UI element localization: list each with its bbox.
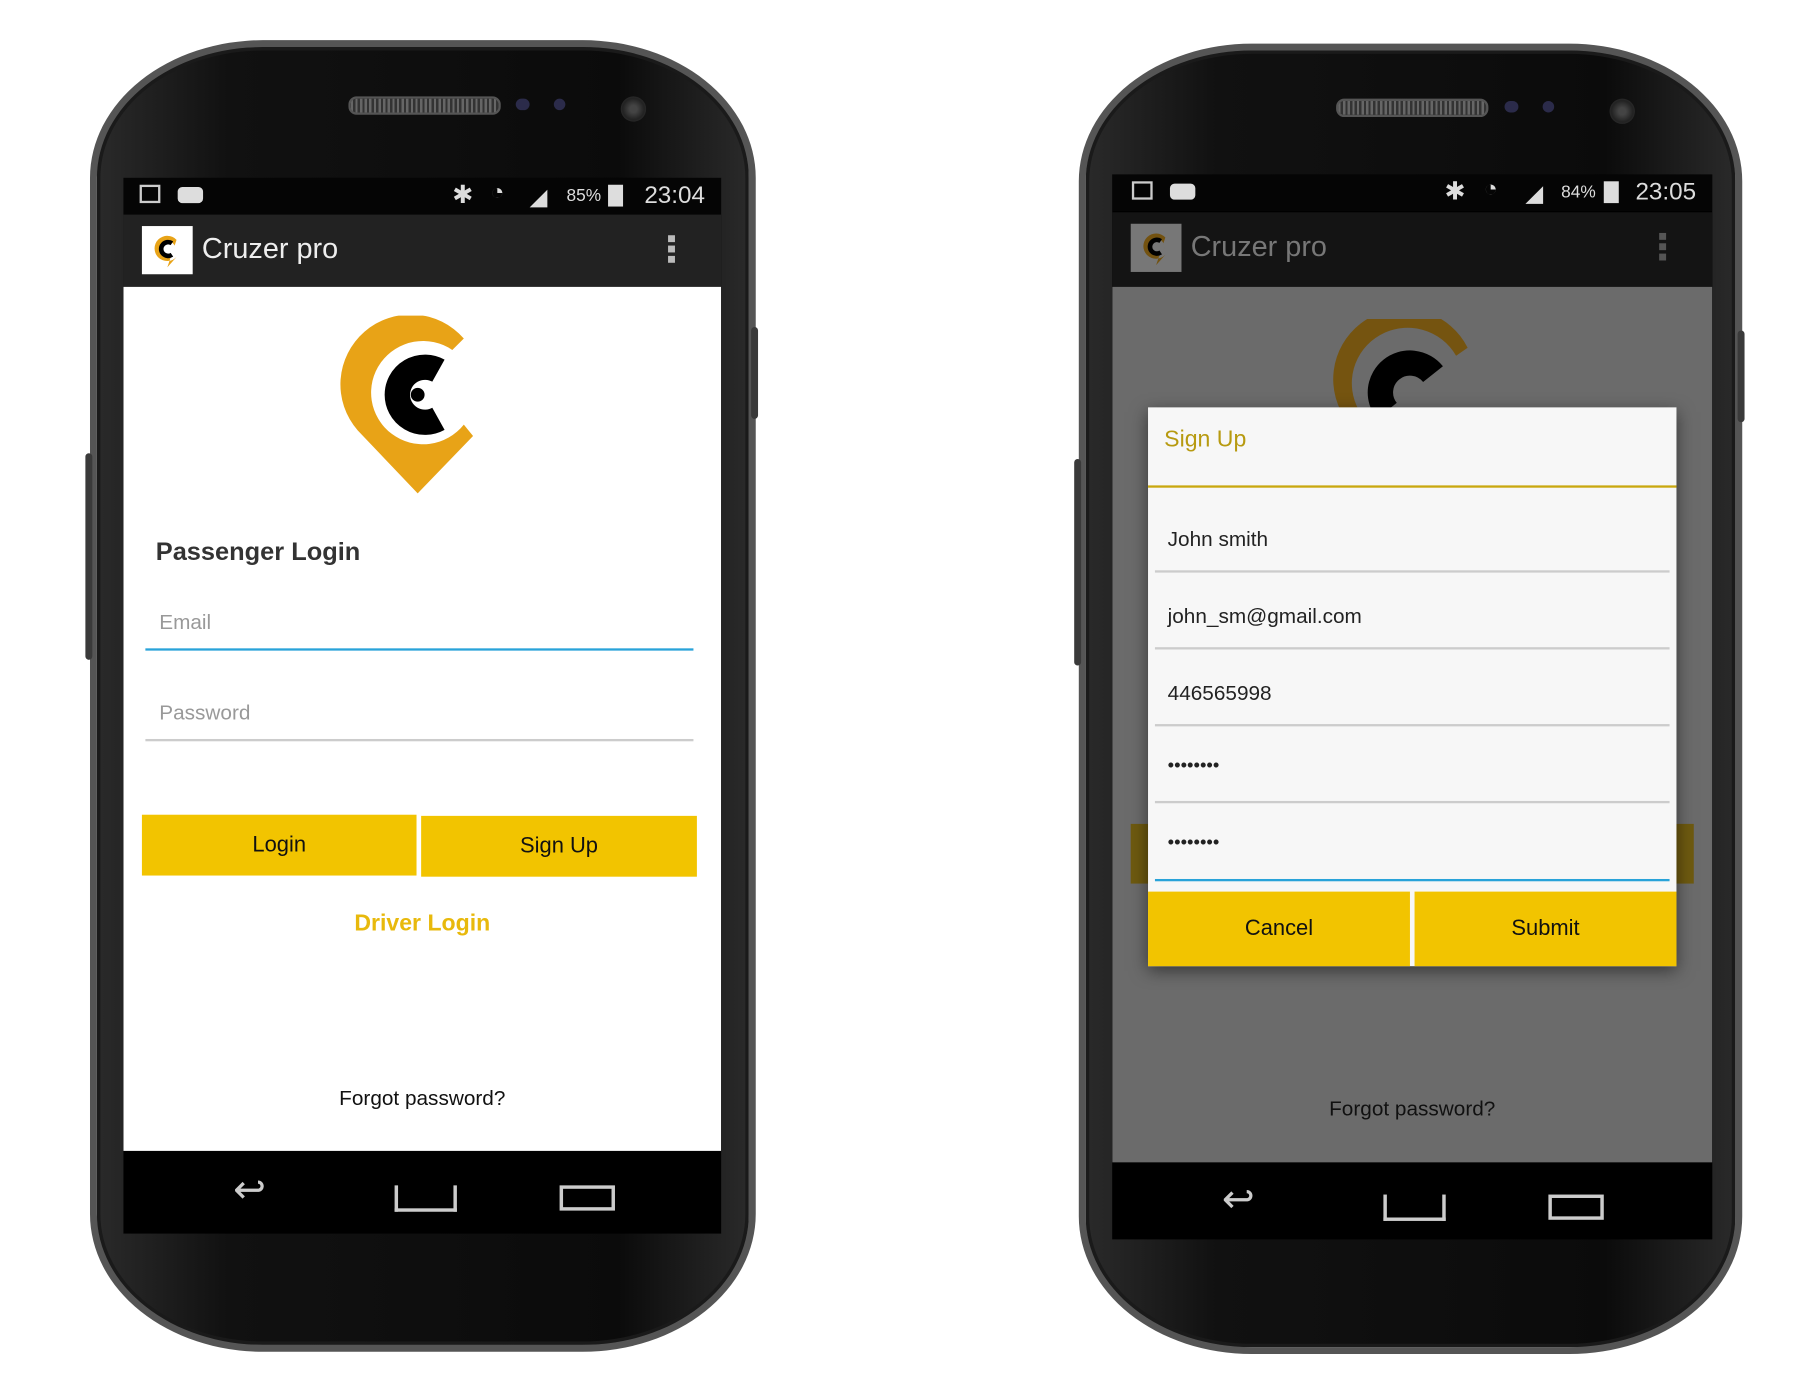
battery-charging-icon: [608, 184, 624, 207]
cancel-button[interactable]: Cancel: [1148, 891, 1410, 967]
driver-login-link[interactable]: Driver Login: [123, 911, 721, 937]
battery-charging-icon: [1603, 181, 1619, 204]
nav-bar: ↩: [123, 1150, 722, 1234]
power-button: [751, 327, 759, 419]
status-bar: ✱ ◔ ◢ 85% 23:04: [123, 177, 722, 215]
image-icon: [1131, 181, 1153, 200]
dialog-title-divider: [1148, 485, 1677, 488]
confirm-password-input[interactable]: ••••••••: [1168, 833, 1220, 854]
image-icon: [139, 184, 161, 204]
forgot-password-link[interactable]: Forgot password?: [1112, 1097, 1712, 1121]
cruzer-logo: [340, 315, 474, 494]
battery-percent: 85%: [566, 185, 602, 206]
wifi-icon: ◔: [490, 180, 505, 206]
signal-icon: ◢: [529, 184, 548, 210]
phone-input[interactable]: 446565998: [1168, 682, 1272, 706]
recents-icon[interactable]: [559, 1185, 615, 1211]
bluetooth-icon: ✱: [1444, 176, 1466, 206]
overflow-menu-icon[interactable]: [668, 235, 675, 266]
sensor: [1542, 100, 1555, 113]
speaker-grille: [348, 96, 501, 115]
home-icon[interactable]: [1383, 1194, 1446, 1221]
clock: 23:04: [644, 182, 705, 209]
dimmed-login-button: [1130, 823, 1150, 884]
recents-icon[interactable]: [1548, 1194, 1604, 1220]
front-camera: [1609, 98, 1635, 124]
power-button: [1737, 330, 1745, 423]
email-input[interactable]: Email: [159, 610, 211, 634]
app-logo-icon: [141, 226, 193, 275]
app-title: Cruzer pro: [1190, 230, 1327, 263]
signup-button[interactable]: Sign Up: [421, 815, 697, 877]
field-underline: [1154, 724, 1670, 727]
field-underline: [1154, 570, 1670, 573]
field-underline: [1154, 647, 1670, 650]
dimmed-signup-button: [1675, 823, 1694, 884]
field-underline-focused: [1154, 878, 1670, 882]
password-underline: [145, 738, 694, 742]
sensor: [515, 98, 530, 111]
status-bar: ✱ ◔ ◢ 84% 23:05: [1112, 174, 1713, 212]
login-content: Passenger Login Email Password Login Sig…: [123, 286, 722, 1151]
battery-percent: 84%: [1561, 182, 1596, 202]
email-input[interactable]: john_sm@gmail.com: [1168, 605, 1362, 629]
back-icon[interactable]: ↩: [1222, 1176, 1255, 1222]
clock: 23:05: [1635, 179, 1697, 206]
youtube-icon: [1169, 183, 1196, 200]
speaker-grille: [1336, 98, 1489, 118]
dialog-title: Sign Up: [1164, 426, 1247, 453]
volume-button: [1074, 459, 1082, 666]
field-underline: [1154, 800, 1670, 804]
screen-left: ✱ ◔ ◢ 85% 23:04 Cruzer pro Passenger Log…: [123, 177, 722, 1234]
nav-bar: ↩: [1112, 1162, 1713, 1240]
login-button[interactable]: Login: [141, 814, 417, 876]
email-underline: [145, 648, 694, 651]
cruzer-logo: [1333, 319, 1468, 411]
password-input[interactable]: Password: [159, 701, 250, 725]
action-bar: Cruzer pro: [1112, 212, 1713, 287]
signal-icon: ◢: [1525, 181, 1544, 207]
page-title: Passenger Login: [155, 537, 361, 566]
action-bar: Cruzer pro: [123, 214, 722, 287]
bluetooth-icon: ✱: [452, 180, 474, 209]
sensor: [553, 98, 566, 111]
volume-button: [85, 453, 93, 660]
front-camera: [620, 96, 647, 122]
submit-button[interactable]: Submit: [1414, 891, 1677, 967]
signup-dialog: Sign Up John smith john_sm@gmail.com 446…: [1148, 407, 1677, 967]
overflow-menu-icon[interactable]: [1659, 232, 1667, 264]
password-input[interactable]: ••••••••: [1168, 756, 1220, 777]
youtube-icon: [177, 187, 204, 204]
name-input[interactable]: John smith: [1168, 528, 1268, 552]
stage: ✱ ◔ ◢ 85% 23:04 Cruzer pro Passenger Log…: [0, 0, 1800, 1400]
app-logo-icon: [1130, 223, 1182, 272]
back-icon[interactable]: ↩: [233, 1167, 266, 1213]
app-title: Cruzer pro: [201, 232, 339, 266]
wifi-icon: ◔: [1483, 176, 1498, 202]
forgot-password-link[interactable]: Forgot password?: [123, 1087, 721, 1111]
home-icon[interactable]: [394, 1185, 457, 1212]
sensor: [1504, 100, 1519, 113]
